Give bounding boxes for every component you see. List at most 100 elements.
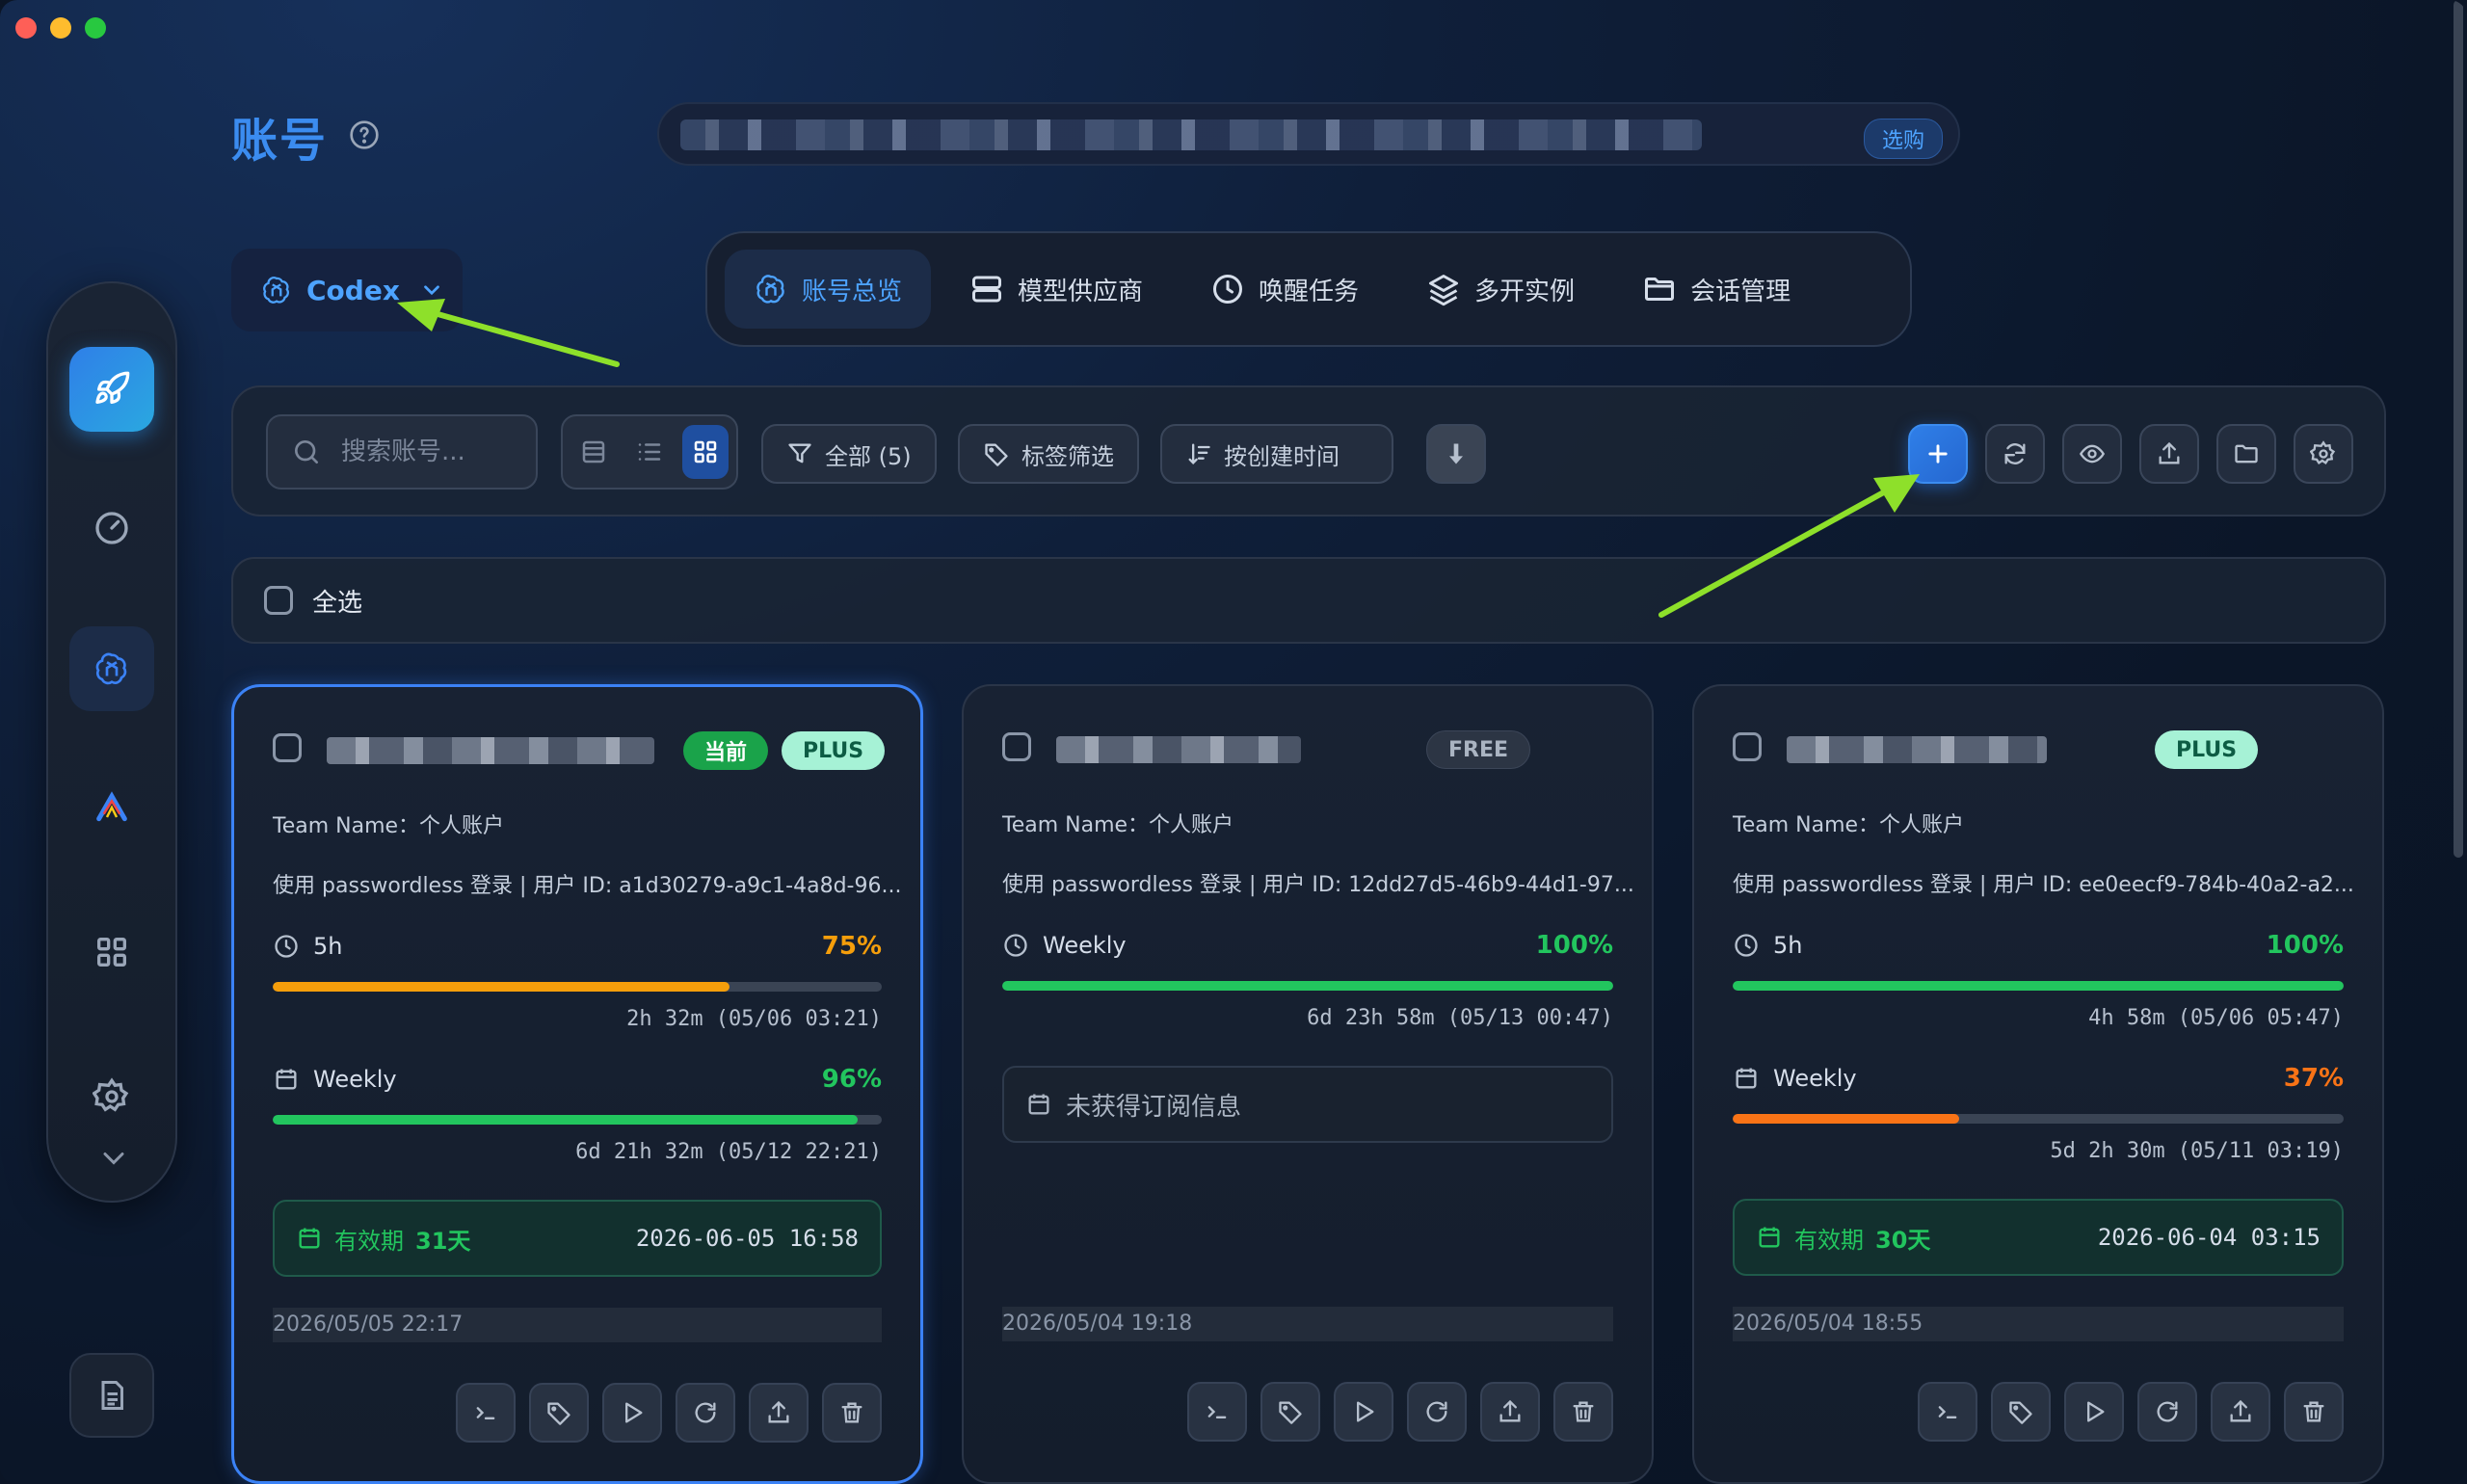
tab-label: 模型供应商 xyxy=(1018,277,1144,306)
search-input[interactable] xyxy=(341,437,524,466)
terminal-icon xyxy=(476,1407,495,1419)
close-window-button[interactable] xyxy=(15,17,37,39)
add-account-button[interactable] xyxy=(1908,424,1968,484)
sidebar-item-antigravity[interactable] xyxy=(69,765,154,850)
tab-wakeup[interactable]: 唤醒任务 xyxy=(1181,250,1388,329)
export-account-button[interactable] xyxy=(2211,1382,2270,1442)
help-icon[interactable] xyxy=(349,119,380,150)
validity-days: 31天 xyxy=(415,1227,471,1255)
validity-date: 2026-06-05 16:58 xyxy=(635,1225,859,1252)
export-account-button[interactable] xyxy=(1480,1382,1540,1442)
quota-percent: 100% xyxy=(1535,931,1613,960)
list-icon xyxy=(638,443,661,461)
quota-bar xyxy=(1733,981,2344,991)
logs-button[interactable] xyxy=(69,1353,154,1438)
refresh-account-button[interactable] xyxy=(1407,1382,1467,1442)
calendar-icon xyxy=(1736,1068,1757,1089)
search-box[interactable] xyxy=(266,414,538,490)
account-checkbox[interactable] xyxy=(273,733,302,762)
quota-reset: 4h 58m (05/06 05:47) xyxy=(2088,1006,2344,1030)
search-icon xyxy=(295,440,318,464)
tag-button[interactable] xyxy=(1260,1382,1320,1442)
login-info: 使用 passwordless 登录 | 用户 ID: a1d30279-a9c… xyxy=(273,874,902,898)
plus-icon xyxy=(1928,444,1948,464)
sidebar-item-dashboard[interactable] xyxy=(69,486,154,570)
account-card[interactable]: FREE Team Name：个人账户 使用 passwordless 登录 |… xyxy=(962,684,1654,1484)
delete-button[interactable] xyxy=(822,1383,882,1443)
tab-overview[interactable]: 账号总览 xyxy=(725,250,932,329)
terminal-button[interactable] xyxy=(1918,1382,1977,1442)
view-list-button[interactable] xyxy=(626,425,673,479)
chevron-down-icon[interactable] xyxy=(96,1141,131,1176)
tab-label: 唤醒任务 xyxy=(1259,277,1360,306)
refresh-account-button[interactable] xyxy=(2137,1382,2197,1442)
minimize-window-button[interactable] xyxy=(50,17,71,39)
switch-button[interactable] xyxy=(1334,1382,1393,1442)
announcement-banner[interactable]: 选购 xyxy=(657,102,1960,166)
delete-button[interactable] xyxy=(2284,1382,2344,1442)
current-badge: 当前 xyxy=(683,731,769,770)
sort-dropdown[interactable]: 按创建时间 xyxy=(1160,424,1393,484)
select-all-bar[interactable]: 全选 xyxy=(231,557,2386,644)
folder-icon xyxy=(2235,444,2258,464)
sort-direction-button[interactable] xyxy=(1426,424,1486,484)
card-actions xyxy=(1918,1382,2344,1442)
antigravity-icon xyxy=(96,791,127,822)
tab-sessions[interactable]: 会话管理 xyxy=(1613,250,1819,329)
terminal-icon xyxy=(1207,1406,1227,1418)
upload-icon xyxy=(1499,1399,1521,1422)
tag-icon xyxy=(547,1402,570,1425)
scrollbar[interactable] xyxy=(2454,0,2463,858)
plan-badge: PLUS xyxy=(782,731,886,770)
account-card[interactable]: 当前 PLUS Team Name：个人账户 使用 passwordless 登… xyxy=(231,684,923,1484)
sidebar-item-settings[interactable] xyxy=(69,1054,154,1139)
zoom-window-button[interactable] xyxy=(85,17,106,39)
view-compact-button[interactable] xyxy=(570,425,617,479)
grid-icon xyxy=(694,440,717,464)
validity-box: 有效期 31天 2026-06-05 16:58 xyxy=(273,1200,882,1277)
select-all-checkbox[interactable] xyxy=(264,586,293,615)
quota-bar xyxy=(273,1115,882,1125)
provider-dropdown[interactable]: Codex xyxy=(231,249,463,331)
openai-icon xyxy=(95,652,127,685)
open-folder-button[interactable] xyxy=(2216,424,2276,484)
team-name: Team Name：个人账户 xyxy=(273,814,505,838)
account-card[interactable]: PLUS Team Name：个人账户 使用 passwordless 登录 |… xyxy=(1692,684,2384,1484)
account-checkbox[interactable] xyxy=(1733,732,1762,761)
settings-button[interactable] xyxy=(2294,424,2353,484)
upload-icon xyxy=(2159,441,2180,464)
sidebar-item-codex[interactable] xyxy=(69,626,154,711)
refresh-button[interactable] xyxy=(1985,424,2045,484)
window-controls xyxy=(15,17,106,39)
tab-label: 账号总览 xyxy=(802,277,903,306)
clock-icon xyxy=(1004,934,1027,957)
terminal-button[interactable] xyxy=(1187,1382,1247,1442)
tag-button[interactable] xyxy=(529,1383,589,1443)
view-grid-button[interactable] xyxy=(682,425,729,479)
toggle-visibility-button[interactable] xyxy=(2062,424,2122,484)
refresh-account-button[interactable] xyxy=(676,1383,735,1443)
tag-filter-button[interactable]: 标签筛选 xyxy=(958,424,1139,484)
export-account-button[interactable] xyxy=(749,1383,809,1443)
switch-button[interactable] xyxy=(602,1383,662,1443)
card-actions xyxy=(456,1383,882,1443)
account-checkbox[interactable] xyxy=(1002,732,1031,761)
filter-all-button[interactable]: 全部 (5) xyxy=(761,424,937,484)
tab-label: 多开实例 xyxy=(1474,277,1576,306)
toolbar: 全部 (5) 标签筛选 按创建时间 xyxy=(231,385,2386,517)
tag-button[interactable] xyxy=(1991,1382,2051,1442)
sort-label: 按创建时间 xyxy=(1224,442,1340,470)
tab-providers[interactable]: 模型供应商 xyxy=(941,250,1172,329)
quota-bar xyxy=(1002,981,1613,991)
created-time: 2026/05/04 19:18 xyxy=(1002,1307,1613,1341)
export-button[interactable] xyxy=(2139,424,2199,484)
tab-instances[interactable]: 多开实例 xyxy=(1397,250,1604,329)
purchase-badge[interactable]: 选购 xyxy=(1863,119,1943,159)
sidebar-item-rocket[interactable] xyxy=(69,347,154,432)
delete-button[interactable] xyxy=(1553,1382,1613,1442)
sidebar-item-apps[interactable] xyxy=(69,910,154,994)
switch-button[interactable] xyxy=(2064,1382,2124,1442)
plan-badge: FREE xyxy=(1426,730,1531,769)
terminal-button[interactable] xyxy=(456,1383,516,1443)
team-name: Team Name：个人账户 xyxy=(1002,813,1234,837)
